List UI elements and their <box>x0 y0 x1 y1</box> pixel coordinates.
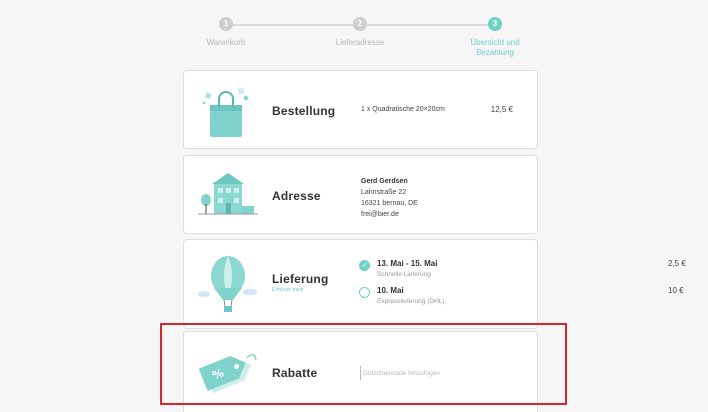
address-street: Lahnstraße 22 <box>361 189 407 196</box>
shopping-bag-icon <box>198 83 254 144</box>
step-overview-payment[interactable]: 3 Übersicht und Bezahlung <box>435 17 555 58</box>
step-label: Lieferadresse <box>335 38 385 47</box>
address-email: frei@bier.de <box>361 211 399 218</box>
highlight-box <box>160 323 567 405</box>
step-label-line2: Bezahlung <box>476 48 514 57</box>
option-title: 10. Mai <box>377 286 404 295</box>
step-number: 2 <box>353 17 367 31</box>
delivery-card: Lieferung Erfahren mehr ✓ 13. Mai - 15. … <box>183 239 686 329</box>
address-title: Adresse <box>272 189 321 203</box>
step-label: Übersicht und Bezahlung <box>435 38 555 58</box>
option-price: 10 € <box>668 286 684 295</box>
order-price: 12,5 € <box>490 105 513 114</box>
address-card: Adresse Gerd Gerdsen Lahnstraße 22 16321… <box>183 155 538 234</box>
order-card: Bestellung 1 x Quadratische 20×20cm 12,5… <box>183 70 538 149</box>
option-subtitle: Schnelle Lieferung <box>377 271 431 278</box>
order-title: Bestellung <box>272 104 336 118</box>
step-delivery-address[interactable]: 2 Lieferadresse <box>300 17 420 48</box>
step-label-line1: Übersicht und <box>470 38 520 47</box>
step-number: 3 <box>488 17 502 31</box>
learn-more-link[interactable]: Erfahren mehr <box>272 287 304 293</box>
address-city: 16321 bernau, DE <box>361 200 418 207</box>
order-item: 1 x Quadratische 20×20cm <box>361 106 445 113</box>
step-cart[interactable]: 1 Warenkorb <box>166 17 286 48</box>
hot-air-balloon-icon <box>198 254 258 323</box>
address-details: Gerd Gerdsen Lahnstraße 22 16321 bernau,… <box>361 176 418 220</box>
option-subtitle: Expresslieferung (DHL) <box>377 298 445 305</box>
checkout-stepper: 1 Warenkorb 2 Lieferadresse 3 Übersicht … <box>0 0 708 62</box>
delivery-title: Lieferung <box>272 272 329 286</box>
address-name: Gerd Gerdsen <box>361 178 408 185</box>
radio-checked[interactable]: ✓ <box>359 260 370 271</box>
step-number: 1 <box>219 17 233 31</box>
option-price: 2,5 € <box>668 259 686 268</box>
step-label: Warenkorb <box>206 38 246 47</box>
option-title: 13. Mai - 15. Mai <box>377 259 438 268</box>
radio-unchecked[interactable] <box>359 287 370 298</box>
checkmark-icon: ✓ <box>362 262 368 269</box>
house-icon <box>198 170 258 225</box>
